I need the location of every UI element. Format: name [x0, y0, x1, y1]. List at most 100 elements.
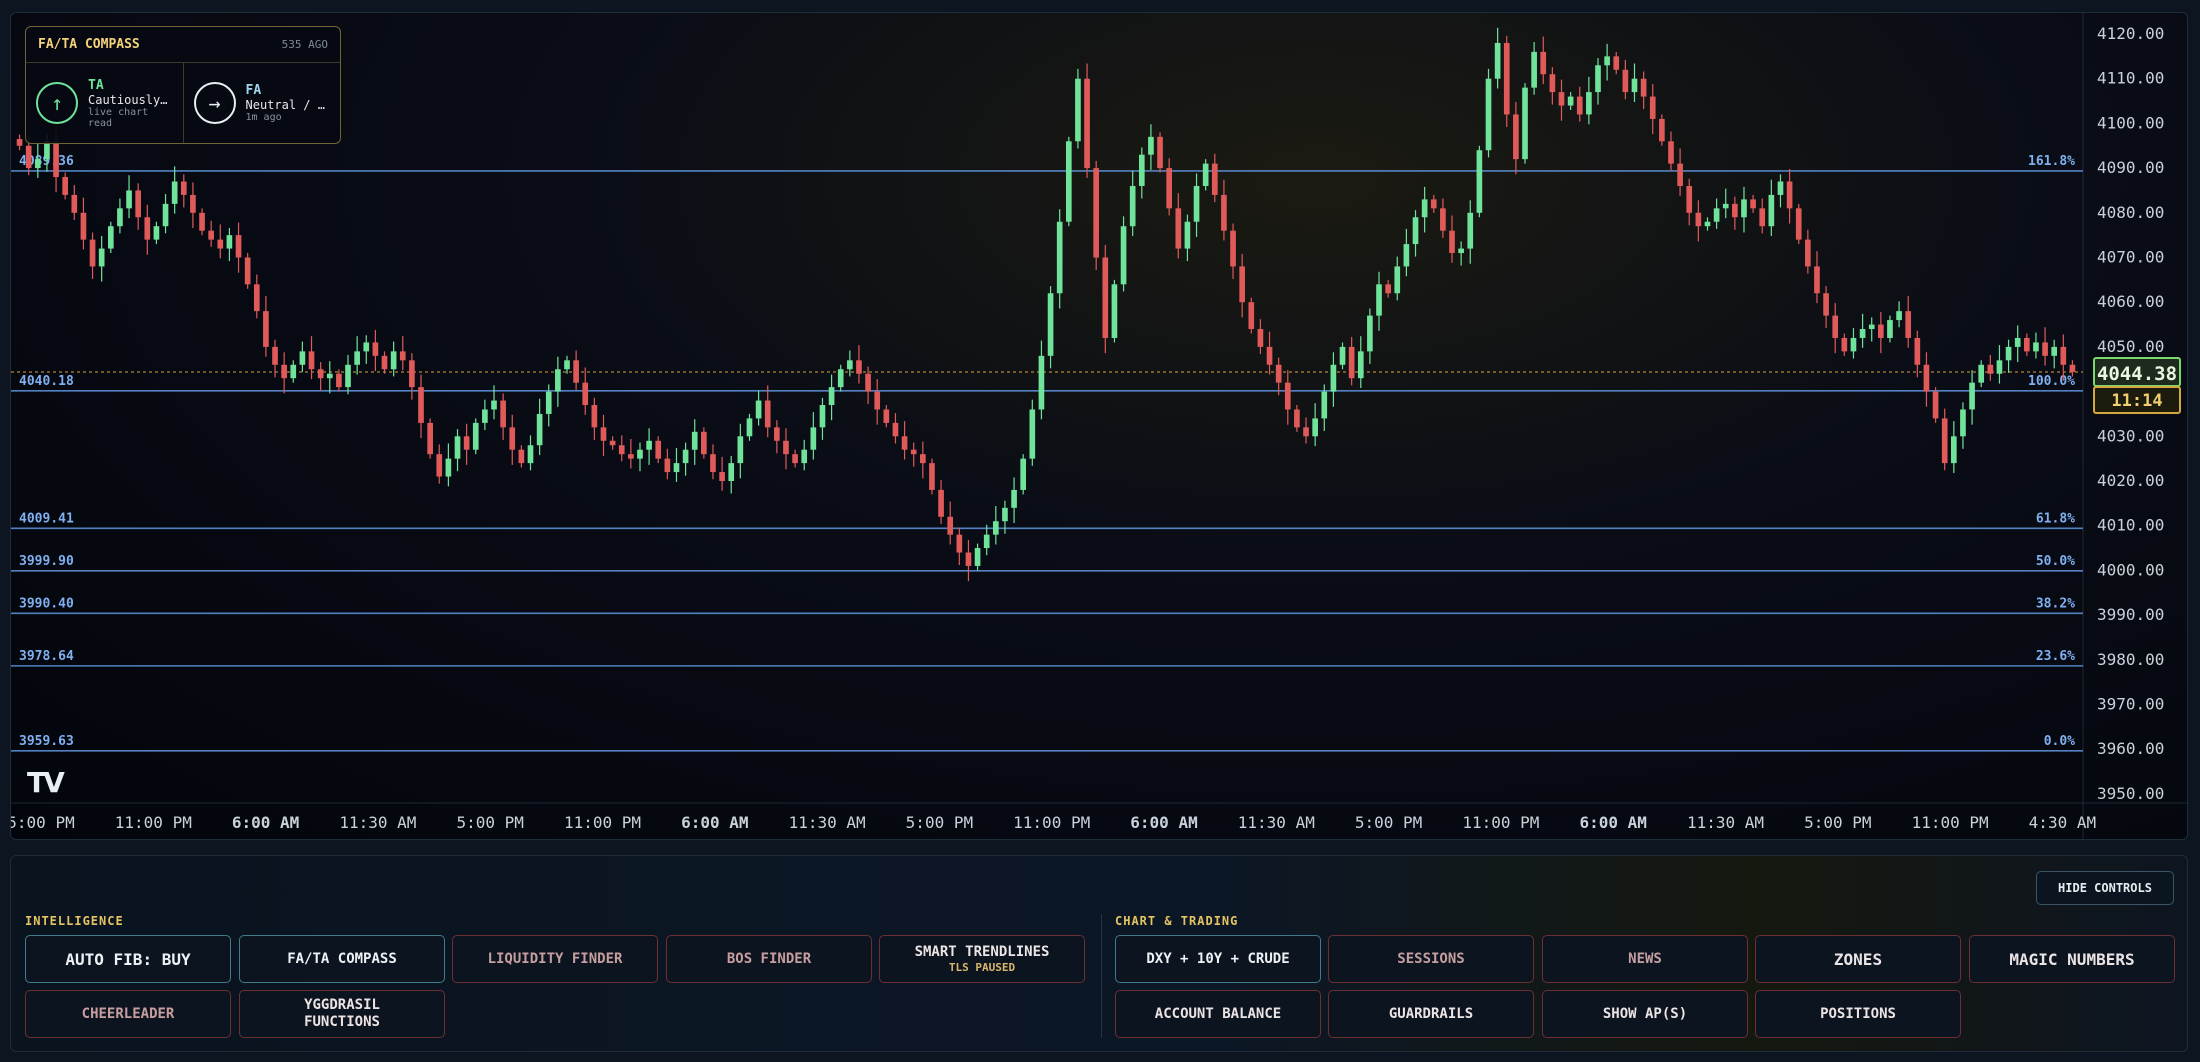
- candle-body: [2033, 342, 2039, 352]
- price-tick-label: 3950.00: [2097, 784, 2164, 803]
- candle-body: [1440, 208, 1446, 231]
- candle-body: [1184, 221, 1191, 249]
- candle-body: [1914, 337, 1921, 365]
- candle-body: [929, 463, 935, 490]
- fib-price-label: 4040.18: [19, 374, 74, 389]
- candle-body: [1841, 337, 1848, 352]
- fib-price-label: 3990.40: [19, 596, 74, 611]
- candle-body: [1485, 78, 1492, 151]
- candle-body: [1850, 337, 1857, 352]
- candle-body: [180, 181, 187, 195]
- cheerleader-button[interactable]: CHEERLEADER: [25, 990, 231, 1038]
- candle-body: [1795, 208, 1802, 240]
- candle-body: [208, 230, 214, 240]
- show-aps-button[interactable]: SHOW AP(S): [1542, 990, 1748, 1038]
- tradingview-logo-icon[interactable]: TV: [27, 766, 65, 799]
- chart-panel[interactable]: 4089.36161.8%4040.18100.0%4009.4161.8%39…: [10, 12, 2188, 840]
- candle-body: [609, 440, 616, 446]
- time-tick-label: 4:30 AM: [2029, 813, 2096, 832]
- candle-body: [1303, 427, 1309, 437]
- candle-body: [372, 342, 379, 356]
- price-tick-label: 4100.00: [2097, 113, 2164, 132]
- fa-ta-compass-button[interactable]: FA/TA COMPASS: [239, 935, 445, 983]
- candle-body: [1467, 212, 1474, 249]
- smart-trendlines-button[interactable]: SMART TRENDLINES TLS PAUSED: [879, 935, 1085, 983]
- fa-ta-compass-widget[interactable]: FA/TA COMPASS 535 AGO ↑ TA Cautiously… l…: [25, 26, 341, 144]
- candle-body: [1047, 293, 1054, 356]
- candle-body: [1887, 320, 1893, 338]
- sessions-button[interactable]: SESSIONS: [1328, 935, 1534, 983]
- candle-body: [1202, 163, 1209, 186]
- candle-body: [336, 373, 342, 388]
- candle-body: [837, 369, 844, 388]
- candle-body: [1211, 163, 1218, 195]
- liquidity-finder-button[interactable]: LIQUIDITY FINDER: [452, 935, 658, 983]
- ta-label: TA: [88, 77, 104, 93]
- time-tick-label: 11:30 AM: [1238, 813, 1315, 832]
- candle-body: [1622, 69, 1629, 93]
- yggdrasil-functions-button[interactable]: YGGDRASIL FUNCTIONS: [239, 990, 445, 1038]
- candle-body: [144, 217, 151, 240]
- candle-body: [253, 284, 260, 312]
- candle-body: [1275, 364, 1282, 383]
- candle-body: [2060, 346, 2067, 365]
- candle-body: [719, 472, 725, 481]
- candle-body: [1339, 346, 1346, 365]
- candle-body: [1175, 208, 1182, 249]
- candle-body: [1695, 212, 1702, 227]
- candle-body: [1138, 154, 1145, 186]
- candle-body: [1476, 150, 1483, 213]
- bos-finder-button[interactable]: BOS FINDER: [666, 935, 872, 983]
- candle-body: [1932, 391, 1939, 419]
- candle-body: [1065, 141, 1072, 222]
- candle-body: [263, 311, 269, 347]
- ta-status: Cautiously…: [88, 92, 168, 107]
- candle-body: [1941, 418, 1948, 464]
- dxy-10y-crude-button[interactable]: DXY + 10Y + CRUDE: [1115, 935, 1321, 983]
- candle-body: [290, 364, 297, 379]
- price-tick-label: 4020.00: [2097, 471, 2164, 490]
- candle-body: [418, 387, 424, 423]
- compass-header: FA/TA COMPASS 535 AGO: [26, 27, 340, 63]
- candle-body: [1567, 96, 1574, 106]
- candle-body: [819, 405, 826, 428]
- candle-body: [199, 212, 205, 231]
- candle-body: [573, 360, 579, 383]
- compass-age: 535 AGO: [281, 38, 328, 51]
- auto-fib-button[interactable]: AUTO FIB: BUY: [25, 935, 231, 983]
- candle-body: [1722, 203, 1729, 209]
- candle-body: [326, 373, 333, 379]
- candle-body: [436, 454, 443, 477]
- candle-body: [1522, 87, 1528, 160]
- candle-body: [1011, 489, 1017, 508]
- time-tick-label: 6:00 AM: [1130, 813, 1197, 832]
- hide-controls-button[interactable]: HIDE CONTROLS: [2036, 871, 2174, 905]
- candle-body: [1248, 302, 1255, 330]
- candle-body: [2042, 342, 2048, 356]
- guardrails-button[interactable]: GUARDRAILS: [1328, 990, 1534, 1038]
- candle-body: [1421, 199, 1428, 218]
- candle-body: [244, 257, 251, 285]
- candle-body: [345, 364, 351, 388]
- positions-button[interactable]: POSITIONS: [1755, 990, 1961, 1038]
- candle-body: [1859, 329, 1866, 338]
- candle-body: [1084, 78, 1090, 169]
- candle-body: [1896, 311, 1902, 321]
- candle-body: [1330, 364, 1337, 392]
- candle-body: [1777, 181, 1784, 195]
- candle-body: [62, 177, 69, 195]
- candle-body: [1513, 114, 1519, 160]
- news-button[interactable]: NEWS: [1542, 935, 1748, 983]
- zones-button[interactable]: ZONES: [1755, 935, 1961, 983]
- candle-body: [1878, 324, 1884, 338]
- candle-body: [865, 373, 871, 392]
- candle-body: [1768, 194, 1775, 227]
- magic-numbers-button[interactable]: MAGIC NUMBERS: [1969, 935, 2175, 983]
- account-balance-button[interactable]: ACCOUNT BALANCE: [1115, 990, 1321, 1038]
- fa-cell: → FA Neutral / … 1m ago: [182, 63, 341, 143]
- candle-body: [828, 387, 835, 406]
- candle-body: [162, 203, 169, 227]
- candle-body: [1814, 266, 1820, 294]
- candle-body: [1367, 315, 1373, 352]
- candle-body: [1239, 266, 1245, 303]
